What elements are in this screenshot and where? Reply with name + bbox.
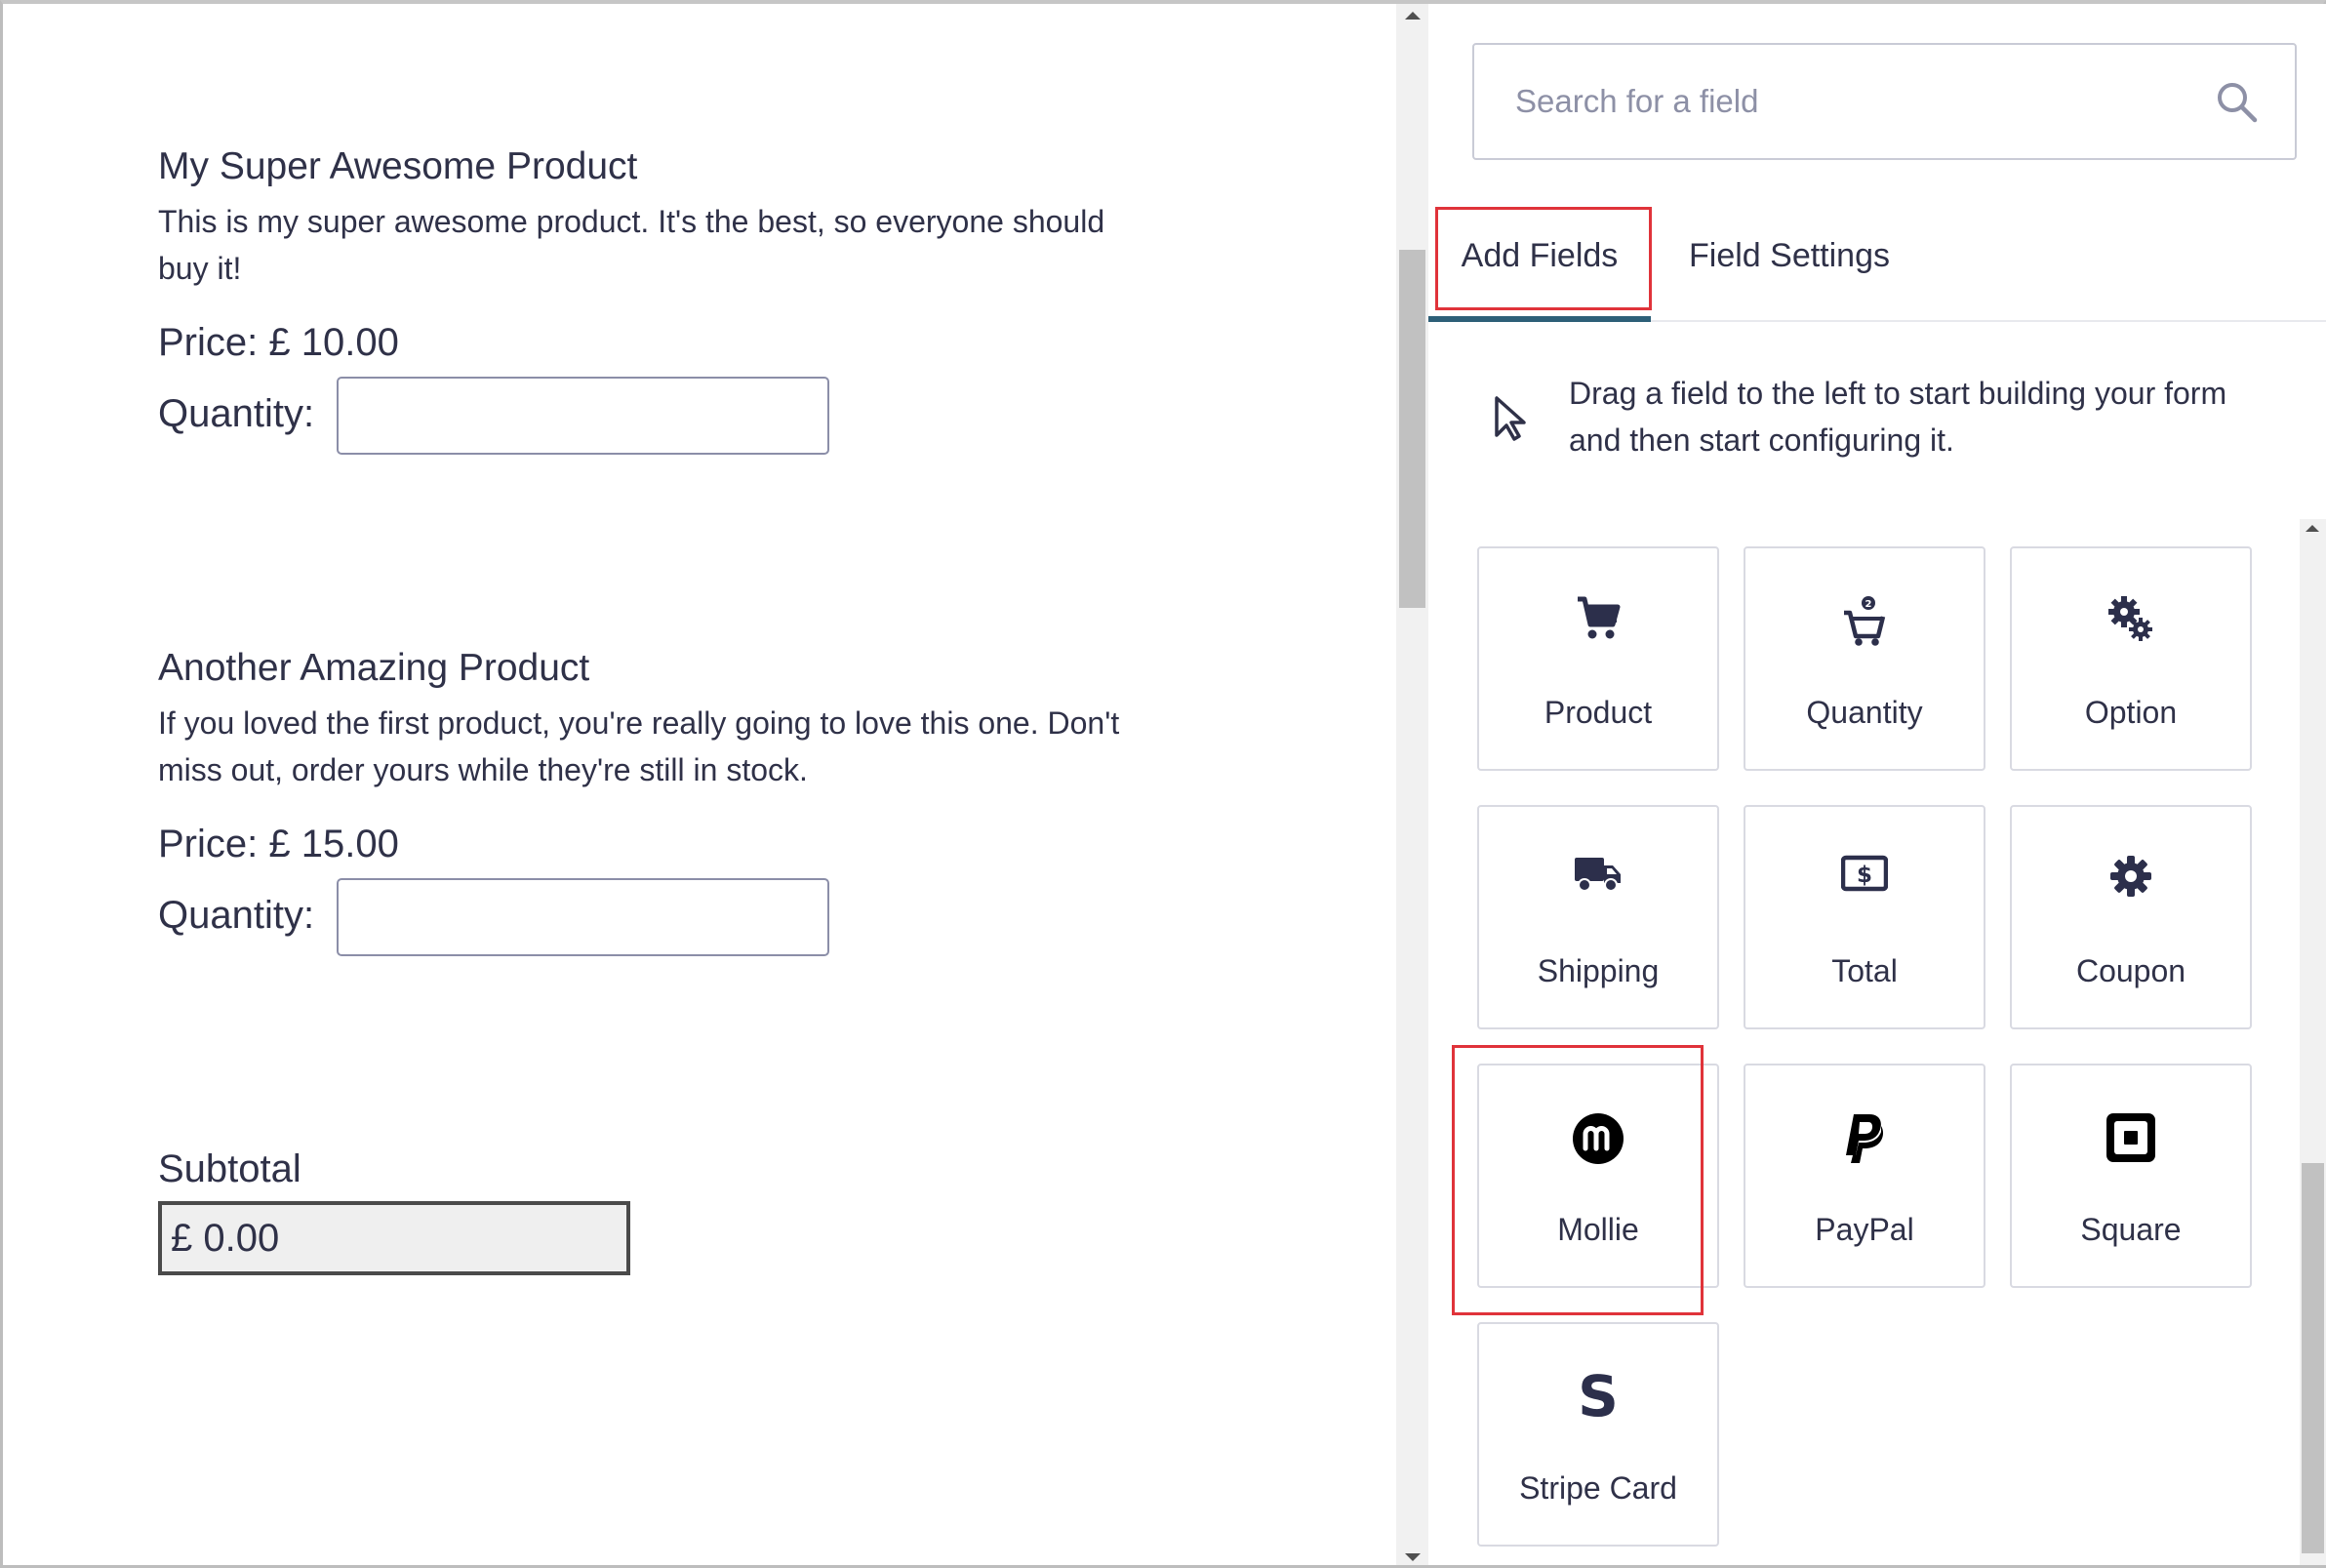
mollie-icon xyxy=(1573,1113,1624,1164)
field-tile-mollie[interactable]: Mollie xyxy=(1477,1064,1719,1288)
field-label: Product xyxy=(1544,695,1653,730)
subtotal-value: £ 0.00 xyxy=(158,1201,630,1275)
subtotal-label: Subtotal xyxy=(158,1147,301,1190)
app-frame: My Super Awesome Product This is my supe… xyxy=(0,0,2326,1568)
gears-icon xyxy=(2108,596,2152,641)
field-tile-product[interactable]: Product xyxy=(1477,546,1719,771)
field-tile-quantity[interactable]: 2 Quantity xyxy=(1744,546,1985,771)
tab-add-fields[interactable]: Add Fields xyxy=(1428,207,1651,322)
form-preview: My Super Awesome Product This is my supe… xyxy=(3,4,1393,1565)
field-tile-shipping[interactable]: Shipping xyxy=(1477,805,1719,1029)
product-2-description: If you loved the first product, you're r… xyxy=(158,705,1120,787)
truck-icon xyxy=(1575,858,1621,892)
field-grid-scrollbar[interactable] xyxy=(2300,519,2326,1565)
field-tile-coupon[interactable]: Coupon xyxy=(2010,805,2252,1029)
svg-text:$: $ xyxy=(1857,863,1872,888)
product-1-title: My Super Awesome Product xyxy=(158,145,638,187)
product-1-description: This is my super awesome product. It's t… xyxy=(158,204,1105,286)
field-grid: Product 2 Quantity Option Shipping $ Tot… xyxy=(1428,519,2326,1565)
field-tile-stripe-card[interactable]: S Stripe Card xyxy=(1477,1322,1719,1547)
field-label: Option xyxy=(2084,695,2178,730)
cart-icon xyxy=(1578,596,1621,639)
field-tile-square[interactable]: Square xyxy=(2010,1064,2252,1288)
field-label: Square xyxy=(2080,1212,2182,1247)
product-2-title: Another Amazing Product xyxy=(158,647,590,689)
money-bill-icon: $ xyxy=(1841,855,1888,892)
product-2-quantity-label: Quantity: xyxy=(158,894,315,937)
field-tile-option[interactable]: Option xyxy=(2010,546,2252,771)
panel-tabs: Add Fields Field Settings xyxy=(1428,207,2326,322)
search-input[interactable] xyxy=(1474,45,2196,158)
tab-field-settings[interactable]: Field Settings xyxy=(1682,207,1897,314)
product-2-quantity-input[interactable] xyxy=(337,878,829,956)
field-label: PayPal xyxy=(1815,1212,1914,1247)
scroll-up-arrow-icon[interactable] xyxy=(2306,525,2319,532)
cart-quantity-icon: 2 xyxy=(1844,596,1886,646)
search-icon[interactable] xyxy=(2215,80,2258,123)
builder-panel: Add Fields Field Settings Drag a field t… xyxy=(1428,4,2326,1565)
drag-hint-text: Drag a field to the left to start buildi… xyxy=(1569,376,2227,458)
paypal-icon xyxy=(1846,1114,1884,1163)
field-label: Total xyxy=(1831,953,1898,988)
product-1-quantity-input[interactable] xyxy=(337,377,829,455)
preview-scrollbar[interactable] xyxy=(1396,4,1428,1565)
field-tile-total[interactable]: $ Total xyxy=(1744,805,1985,1029)
cursor-pointer-icon xyxy=(1495,396,1526,441)
product-1-quantity-label: Quantity: xyxy=(158,392,315,435)
product-1-price: Price: £ 10.00 xyxy=(158,321,399,364)
stripe-icon: S xyxy=(1579,1371,1618,1424)
field-label: Mollie xyxy=(1557,1212,1639,1247)
product-2-price: Price: £ 15.00 xyxy=(158,823,399,865)
scroll-up-arrow-icon[interactable] xyxy=(1405,12,1421,20)
scrollbar-thumb[interactable] xyxy=(1399,250,1425,608)
field-label: Coupon xyxy=(2075,953,2186,988)
svg-text:2: 2 xyxy=(1865,599,1872,610)
square-icon xyxy=(2106,1113,2155,1162)
field-label: Stripe Card xyxy=(1519,1470,1677,1506)
scrollbar-thumb[interactable] xyxy=(2302,1163,2324,1553)
field-tile-paypal[interactable]: PayPal xyxy=(1744,1064,1985,1288)
scroll-down-arrow-icon[interactable] xyxy=(1405,1553,1421,1561)
svg-text:S: S xyxy=(1579,1371,1618,1424)
field-search xyxy=(1472,43,2297,160)
gear-icon xyxy=(2110,856,2151,897)
field-label: Shipping xyxy=(1537,953,1660,988)
field-label: Quantity xyxy=(1806,695,1923,730)
